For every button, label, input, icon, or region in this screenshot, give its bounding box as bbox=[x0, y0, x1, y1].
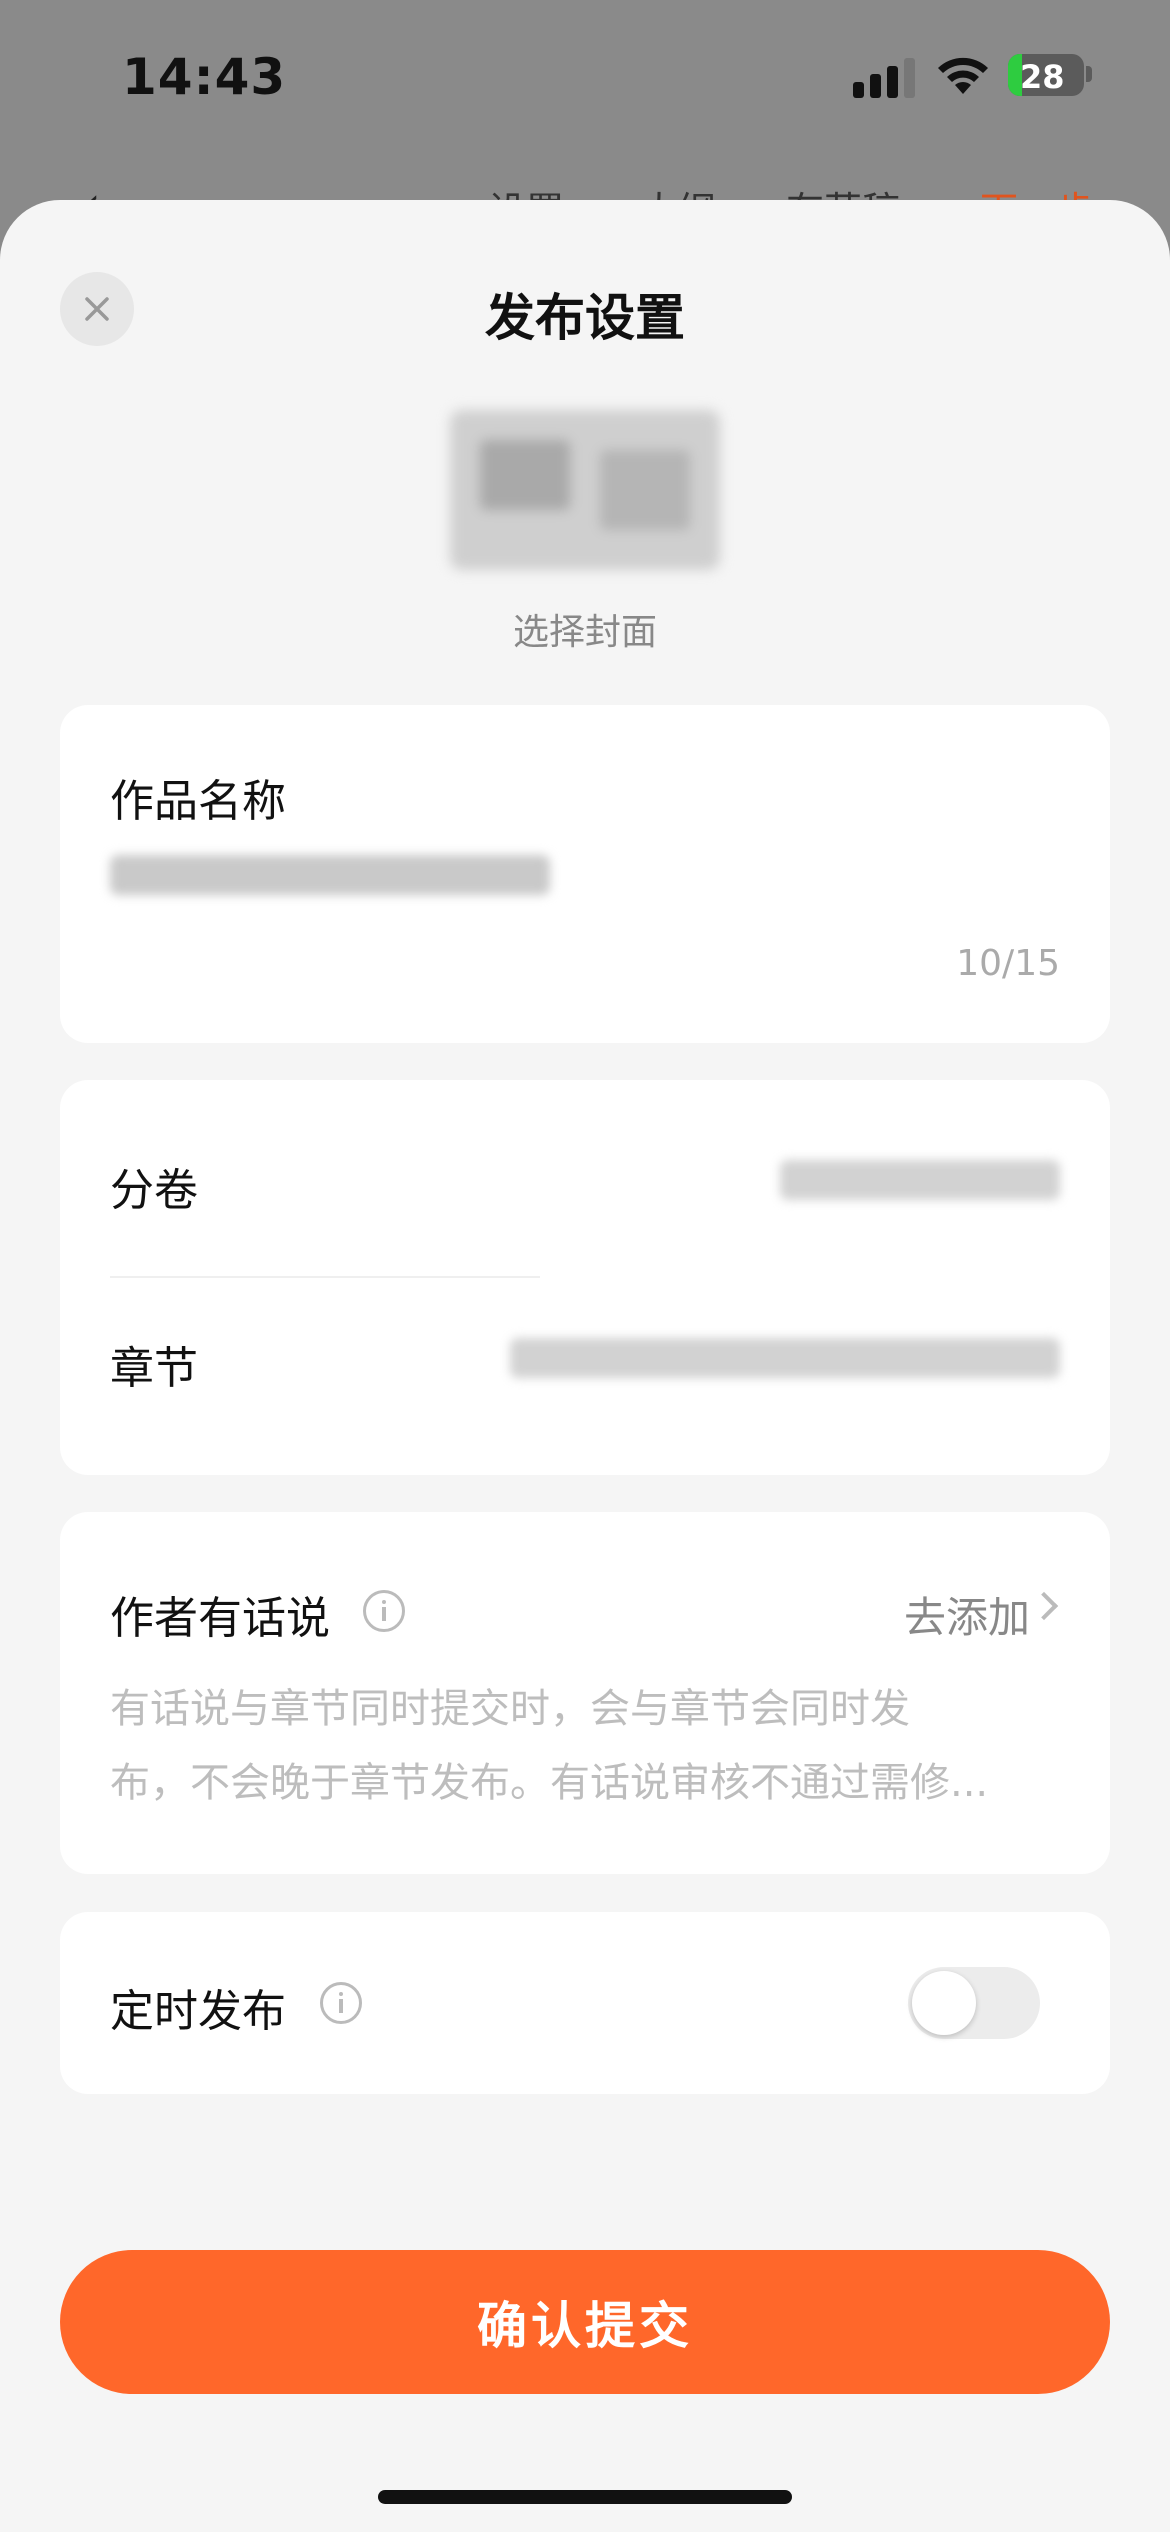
row-divider bbox=[110, 1276, 540, 1278]
home-indicator bbox=[378, 2490, 792, 2504]
chapter-label: 章节 bbox=[110, 1343, 198, 1394]
work-name-card: 作品名称 10/15 bbox=[60, 705, 1110, 1043]
wifi-icon bbox=[938, 57, 988, 94]
author-note-card: 作者有话说 去添加 有话说与章节同时提交时，会与章节会同时发 布，不会晚于章节发… bbox=[60, 1512, 1110, 1874]
battery-nub bbox=[1086, 66, 1092, 82]
publish-settings-sheet: 发布设置 选择封面 作品名称 10/15 分卷 章节 作者有话说 去添加 有话说… bbox=[0, 200, 1170, 2532]
info-icon[interactable] bbox=[363, 1590, 405, 1632]
author-note-description: 有话说与章节同时提交时，会与章节会同时发 布，不会晚于章节发布。有话说审核不通过… bbox=[110, 1672, 1060, 1820]
status-time: 14:43 bbox=[122, 48, 287, 106]
author-note-label: 作者有话说 bbox=[110, 1593, 330, 1644]
volume-label: 分卷 bbox=[110, 1165, 198, 1216]
sheet-title: 发布设置 bbox=[485, 289, 685, 347]
info-icon[interactable] bbox=[320, 1982, 362, 2024]
author-note-desc-line1: 有话说与章节同时提交时，会与章节会同时发 bbox=[110, 1686, 910, 1732]
cellular-signal-icon bbox=[853, 58, 917, 98]
volume-chapter-card: 分卷 章节 bbox=[60, 1080, 1110, 1475]
status-bar: 14:43 28 bbox=[0, 0, 1170, 150]
confirm-submit-button[interactable]: 确认提交 bbox=[60, 2250, 1110, 2394]
work-name-label: 作品名称 bbox=[110, 776, 286, 827]
cover-image[interactable] bbox=[450, 410, 720, 570]
author-note-desc-line2: 布，不会晚于章节发布。有话说审核不通过需修... bbox=[110, 1760, 989, 1806]
choose-cover-label[interactable]: 选择封面 bbox=[0, 603, 1170, 655]
volume-value[interactable] bbox=[780, 1160, 1060, 1200]
work-name-counter: 10/15 bbox=[956, 943, 1060, 984]
battery-icon: 28 bbox=[1008, 54, 1084, 96]
chapter-value[interactable] bbox=[510, 1338, 1060, 1378]
battery-level: 28 bbox=[1020, 58, 1065, 96]
toggle-knob bbox=[912, 1971, 976, 2035]
work-name-input[interactable] bbox=[110, 855, 550, 895]
chevron-right-icon bbox=[1029, 1591, 1059, 1621]
schedule-toggle[interactable] bbox=[908, 1967, 1040, 2039]
author-note-add-button[interactable]: 去添加 bbox=[904, 1584, 1030, 1645]
schedule-card: 定时发布 bbox=[60, 1912, 1110, 2094]
schedule-label: 定时发布 bbox=[110, 1986, 286, 2037]
